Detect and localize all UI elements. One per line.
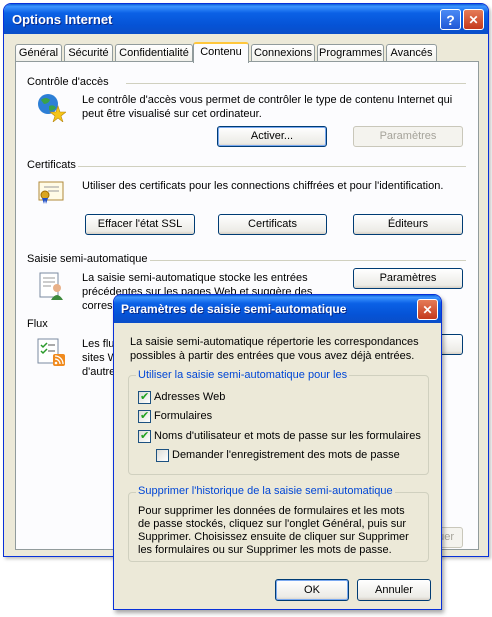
dialog-intro-2: possibles à partir des entrées que vous … [130,350,415,362]
delete-history-group-label: Supprimer l'historique de la saisie semi… [136,485,395,497]
cancel-button[interactable]: Annuler [357,579,431,601]
divider [150,260,466,261]
forms-checkbox[interactable] [138,409,151,423]
autocomplete-settings-dialog: Paramètres de saisie semi-automatique ✕ … [113,294,442,610]
title-bar[interactable]: Options Internet ? ✕ [4,4,488,34]
close-button[interactable]: ✕ [463,9,484,30]
access-control-desc-1: Le contrôle d'accès vous permet de contr… [82,94,453,106]
publishers-button[interactable]: Éditeurs [353,214,463,235]
tab-general[interactable]: Général [15,44,62,62]
clear-ssl-button[interactable]: Effacer l'état SSL [85,214,195,235]
delete-history-text-3: Supprimer. Choisissez ensuite de cliquer… [138,531,409,543]
feed-list-icon [37,338,65,366]
delete-history-text-4: les formulaires ou sur Supprimer les mot… [138,544,392,556]
tab-content[interactable]: Contenu [193,42,249,63]
access-control-desc-2: peut être visualisé sur cet ordinateur. [82,108,262,120]
web-addresses-checkbox[interactable] [138,390,151,404]
access-control-label: Contrôle d'accès [27,76,109,88]
delete-history-text-1: Pour supprimer les données de formulaire… [138,505,405,517]
autocomplete-form-icon [39,272,63,300]
feeds-desc-3: d'autre [82,366,116,378]
tab-programs[interactable]: Programmes [317,44,384,62]
web-addresses-label[interactable]: Adresses Web [154,391,225,403]
autocomplete-settings-button[interactable]: Paramètres [353,268,463,289]
ok-button[interactable]: OK [275,579,349,601]
tab-connections[interactable]: Connexions [251,44,315,62]
dialog-title: Paramètres de saisie semi-automatique [121,302,347,316]
dialog-intro-1: La saisie semi-automatique répertorie le… [130,336,419,348]
tab-security[interactable]: Sécurité [64,44,113,62]
dialog-close-button[interactable]: ✕ [417,299,438,320]
usernames-passwords-checkbox[interactable] [138,429,151,443]
autocomplete-desc-1: La saisie semi-automatique stocke les en… [82,272,308,284]
prompt-save-passwords-checkbox[interactable] [156,449,169,462]
dialog-title-bar[interactable]: Paramètres de saisie semi-automatique ✕ [114,295,441,323]
certificates-label: Certificats [27,159,76,171]
usernames-passwords-label[interactable]: Noms d'utilisateur et mots de passe sur … [154,430,421,442]
feeds-label: Flux [27,318,48,330]
certificate-icon [38,181,64,204]
window-title: Options Internet [12,12,113,27]
tab-privacy[interactable]: Confidentialité [115,44,193,62]
certificates-button[interactable]: Certificats [218,214,327,235]
certificates-desc: Utiliser des certificats pour les connec… [82,180,444,192]
access-settings-button[interactable]: Paramètres [353,126,463,147]
divider [126,83,466,84]
help-button[interactable]: ? [440,9,461,30]
delete-history-text-2: de passe stockés, cliquez sur l'onglet G… [138,518,407,530]
enable-button[interactable]: Activer... [217,126,327,147]
autocomplete-label: Saisie semi-automatique [27,253,148,265]
use-autocomplete-group-label: Utiliser la saisie semi-automatique pour… [136,369,350,381]
forms-label[interactable]: Formulaires [154,410,212,422]
tab-advanced[interactable]: Avancés [386,44,437,62]
globe-star-icon [38,94,66,122]
prompt-save-passwords-label[interactable]: Demander l'enregistrement des mots de pa… [172,449,400,461]
divider [78,166,466,167]
